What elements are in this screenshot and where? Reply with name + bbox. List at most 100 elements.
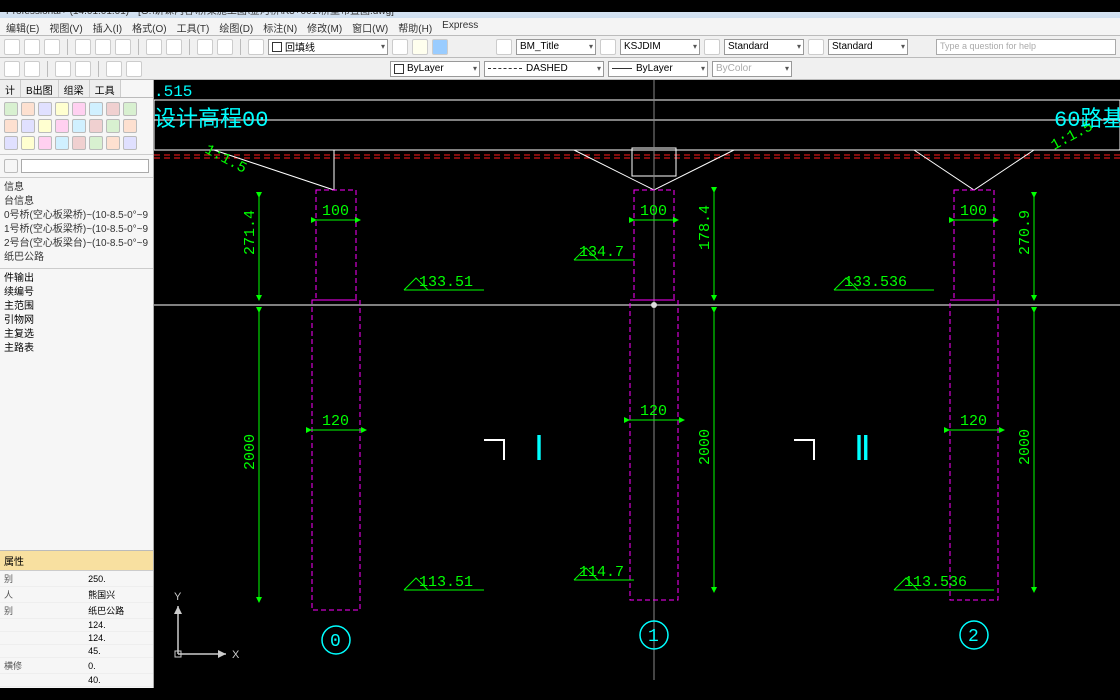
layer-prev-icon[interactable] (392, 39, 408, 55)
dimstyle-icon[interactable] (600, 39, 616, 55)
lp-btn-21-icon[interactable] (72, 136, 86, 150)
menu-insert[interactable]: 插入(I) (93, 20, 122, 33)
lp-btn-2-icon[interactable] (21, 102, 35, 116)
menu-bar[interactable]: 编辑(E) 视图(V) 插入(I) 格式(O) 工具(T) 绘图(D) 标注(N… (0, 18, 1120, 36)
pan-icon[interactable] (197, 39, 213, 55)
lp-btn-3-icon[interactable] (38, 102, 52, 116)
item-list[interactable]: 件输出 续编号 主范围 引物网 主复选 主路表 (0, 269, 153, 550)
search-icon[interactable] (4, 159, 18, 173)
panel-tabs[interactable]: 计 B出图 组梁 工具 (0, 80, 153, 98)
menu-dimension[interactable]: 标注(N) (263, 20, 297, 33)
menu-draw[interactable]: 绘图(D) (219, 20, 253, 33)
lp-btn-22-icon[interactable] (89, 136, 103, 150)
crosshair-cursor (651, 302, 657, 308)
menu-format[interactable]: 格式(O) (132, 20, 166, 33)
zoom-icon[interactable] (217, 39, 233, 55)
help-search[interactable]: Type a question for help (936, 39, 1116, 55)
lp-btn-11-icon[interactable] (38, 119, 52, 133)
drawing-canvas[interactable]: 271.4 100 2000 120 133.51 113.51 0 (154, 80, 1120, 700)
tool-a-icon[interactable] (4, 61, 20, 77)
panel-search-input[interactable] (21, 159, 149, 173)
tree-item[interactable]: 0号桥(空心板梁桥)~(10-8.5-0°~9 (4, 209, 149, 223)
menu-express[interactable]: Express (442, 20, 478, 33)
textstyle-icon[interactable] (496, 39, 512, 55)
open-icon[interactable] (24, 39, 40, 55)
menu-modify[interactable]: 修改(M) (307, 20, 342, 33)
linetype-combo[interactable]: DASHED (484, 61, 604, 77)
undo-icon[interactable] (146, 39, 162, 55)
lp-btn-19-icon[interactable] (38, 136, 52, 150)
redo-icon[interactable] (166, 39, 182, 55)
lp-btn-24-icon[interactable] (123, 136, 137, 150)
lp-btn-23-icon[interactable] (106, 136, 120, 150)
cut-icon[interactable] (75, 39, 91, 55)
property-grid[interactable]: 属性 别250. 人熊国兴 别纸巴公路 124. 124. 45. 横修0. 4… (0, 550, 153, 700)
tree-item[interactable]: 1号桥(空心板梁桥)~(10-8.5-0°~9 (4, 223, 149, 237)
layer-manager-icon[interactable] (248, 39, 264, 55)
menu-view[interactable]: 视图(V) (49, 20, 82, 33)
tree-item[interactable]: 信息 (4, 181, 149, 195)
lp-btn-1-icon[interactable] (4, 102, 18, 116)
tab-tools[interactable]: 工具 (90, 80, 121, 97)
plotstyle-combo[interactable]: ByColor (712, 61, 792, 77)
lineweight-combo[interactable]: ByLayer (608, 61, 708, 77)
menu-window[interactable]: 窗口(W) (352, 20, 388, 33)
color-combo[interactable]: ByLayer (390, 61, 480, 77)
lp-btn-5-icon[interactable] (72, 102, 86, 116)
tab-beam[interactable]: 组梁 (59, 80, 90, 97)
lp-btn-9-icon[interactable] (4, 119, 18, 133)
lp-btn-6-icon[interactable] (89, 102, 103, 116)
new-icon[interactable] (4, 39, 20, 55)
menu-help[interactable]: 帮助(H) (398, 20, 432, 33)
list-item[interactable]: 件输出 (4, 272, 149, 286)
lp-btn-7-icon[interactable] (106, 102, 120, 116)
list-item[interactable]: 主复选 (4, 328, 149, 342)
mleaderstyle-icon[interactable] (808, 39, 824, 55)
list-item[interactable]: 引物网 (4, 314, 149, 328)
mleaderstyle-combo[interactable]: Standard (828, 39, 908, 55)
copy-icon[interactable] (95, 39, 111, 55)
tool-e-icon[interactable] (106, 61, 122, 77)
lp-btn-13-icon[interactable] (72, 119, 86, 133)
tree-item[interactable]: 台信息 (4, 195, 149, 209)
dim-100a: 100 (322, 203, 349, 220)
lp-btn-15-icon[interactable] (106, 119, 120, 133)
lp-btn-14-icon[interactable] (89, 119, 103, 133)
tab-calc[interactable]: 计 (0, 80, 21, 97)
layer-states-icon[interactable] (412, 39, 428, 55)
lp-btn-17-icon[interactable] (4, 136, 18, 150)
layer-iso-icon[interactable] (432, 39, 448, 55)
list-item[interactable]: 主路表 (4, 342, 149, 356)
tool-b-icon[interactable] (24, 61, 40, 77)
tablestyle-icon[interactable] (704, 39, 720, 55)
elev-113-51: 113.51 (419, 574, 473, 591)
paste-icon[interactable] (115, 39, 131, 55)
tree-item[interactable]: 2号台(空心板梁台)~(10-8.5-0°~9 (4, 237, 149, 251)
lp-btn-12-icon[interactable] (55, 119, 69, 133)
list-item[interactable]: 主范围 (4, 300, 149, 314)
dim-178-4: 178.4 (697, 205, 714, 250)
lp-btn-20-icon[interactable] (55, 136, 69, 150)
lp-btn-10-icon[interactable] (21, 119, 35, 133)
tree-item[interactable]: 纸巴公路 (4, 251, 149, 265)
lp-btn-16-icon[interactable] (123, 119, 137, 133)
project-tree[interactable]: 信息 台信息 0号桥(空心板梁桥)~(10-8.5-0°~9 1号桥(空心板梁桥… (0, 178, 153, 269)
lp-btn-8-icon[interactable] (123, 102, 137, 116)
tool-c-icon[interactable] (55, 61, 71, 77)
property-header: 属性 (0, 551, 153, 571)
menu-tools[interactable]: 工具(T) (177, 20, 210, 33)
dimstyle-combo[interactable]: KSJDIM (620, 39, 700, 55)
menu-edit[interactable]: 编辑(E) (6, 20, 39, 33)
tool-f-icon[interactable] (126, 61, 142, 77)
textstyle-combo[interactable]: BM_Title (516, 39, 596, 55)
layer-combo[interactable]: 回填线 (268, 39, 388, 55)
dim-2000a: 2000 (242, 434, 259, 470)
svg-text:X: X (232, 649, 240, 661)
lp-btn-18-icon[interactable] (21, 136, 35, 150)
tool-d-icon[interactable] (75, 61, 91, 77)
save-icon[interactable] (44, 39, 60, 55)
tablestyle-combo[interactable]: Standard (724, 39, 804, 55)
lp-btn-4-icon[interactable] (55, 102, 69, 116)
tab-plot[interactable]: B出图 (21, 80, 59, 97)
list-item[interactable]: 续编号 (4, 286, 149, 300)
